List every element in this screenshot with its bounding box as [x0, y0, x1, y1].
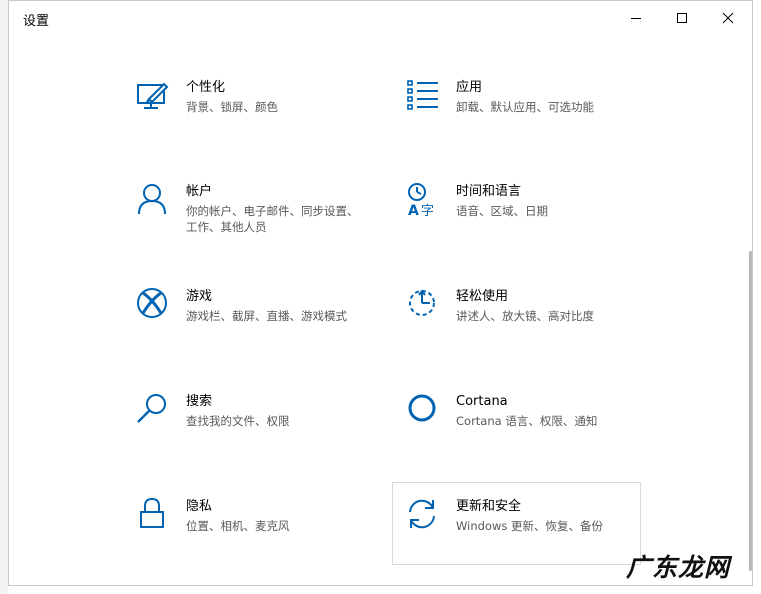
svg-text:字: 字: [421, 204, 434, 219]
minimize-icon: [631, 18, 641, 19]
tile-title: 更新和安全: [456, 499, 522, 514]
tile-description: 背景、锁屏、颜色: [186, 100, 278, 114]
tile-description: 讲述人、放大镜、高对比度: [456, 309, 594, 323]
apps-list-icon: [406, 79, 442, 115]
privacy-lock-icon: [136, 498, 172, 534]
title-bar[interactable]: 设置: [9, 1, 752, 35]
tile-title: Cortana: [456, 394, 508, 409]
search-magnifier-icon: [136, 393, 172, 429]
cortana-circle-icon: [406, 393, 442, 429]
tile-description: 卸载、默认应用、可选功能: [456, 100, 594, 114]
settings-tile-personalization[interactable]: 个性化 背景、锁屏、颜色: [136, 79, 386, 163]
tile-title: 应用: [456, 80, 483, 95]
settings-tile-search[interactable]: 搜索 查找我的文件、权限: [136, 393, 386, 477]
settings-tile-cortana[interactable]: Cortana Cortana 语言、权限、通知: [406, 393, 656, 477]
screen: 设置 个性化 背景、锁屏、颜色 应用 卸载、默认应用、可选功能 帐户 你的帐户、…: [0, 0, 761, 594]
scrollbar[interactable]: [749, 251, 752, 571]
tile-description: 语音、区域、日期: [456, 204, 548, 218]
close-button[interactable]: [705, 1, 751, 35]
xbox-icon: [136, 288, 172, 324]
tile-title: 隐私: [186, 499, 213, 514]
time-language-icon: A 字: [406, 183, 442, 219]
settings-tile-privacy[interactable]: 隐私 位置、相机、麦克风: [136, 498, 386, 582]
tile-description: 位置、相机、麦克风: [186, 519, 290, 533]
watermark-text: 广东龙网: [626, 553, 731, 582]
settings-tile-ease-of-access[interactable]: 轻松使用 讲述人、放大镜、高对比度: [406, 288, 656, 372]
background-window-edge: [0, 0, 8, 594]
settings-tile-update-security[interactable]: 更新和安全 Windows 更新、恢复、备份: [392, 482, 641, 565]
tile-title: 个性化: [186, 80, 226, 95]
tile-description: 游戏栏、截屏、直播、游戏模式: [186, 309, 347, 323]
ease-of-access-icon: [406, 288, 442, 324]
maximize-icon: [677, 13, 687, 23]
tile-title: 轻松使用: [456, 289, 509, 304]
tile-description: 你的帐户、电子邮件、同步设置、工作、其他人员: [186, 204, 359, 234]
tile-description: Windows 更新、恢复、备份: [456, 519, 603, 533]
tile-title: 帐户: [186, 184, 213, 199]
tile-title: 搜索: [186, 394, 213, 409]
settings-tile-gaming[interactable]: 游戏 游戏栏、截屏、直播、游戏模式: [136, 288, 386, 372]
settings-window: 设置 个性化 背景、锁屏、颜色 应用 卸载、默认应用、可选功能 帐户 你的帐户、…: [8, 0, 753, 586]
tile-description: Cortana 语言、权限、通知: [456, 414, 598, 428]
personalization-icon: [136, 79, 172, 115]
close-icon: [722, 12, 734, 24]
settings-tile-accounts[interactable]: 帐户 你的帐户、电子邮件、同步设置、工作、其他人员: [136, 183, 386, 267]
window-title: 设置: [23, 14, 50, 29]
account-person-icon: [136, 183, 172, 219]
tile-title: 时间和语言: [456, 184, 522, 199]
settings-tile-apps[interactable]: 应用 卸载、默认应用、可选功能: [406, 79, 656, 163]
update-sync-icon: [406, 498, 442, 534]
svg-text:A: A: [408, 203, 419, 219]
tile-title: 游戏: [186, 289, 213, 304]
minimize-button[interactable]: [613, 1, 659, 35]
settings-tile-time-language[interactable]: A 字 时间和语言 语音、区域、日期: [406, 183, 656, 267]
maximize-button[interactable]: [659, 1, 705, 35]
tile-description: 查找我的文件、权限: [186, 414, 290, 428]
